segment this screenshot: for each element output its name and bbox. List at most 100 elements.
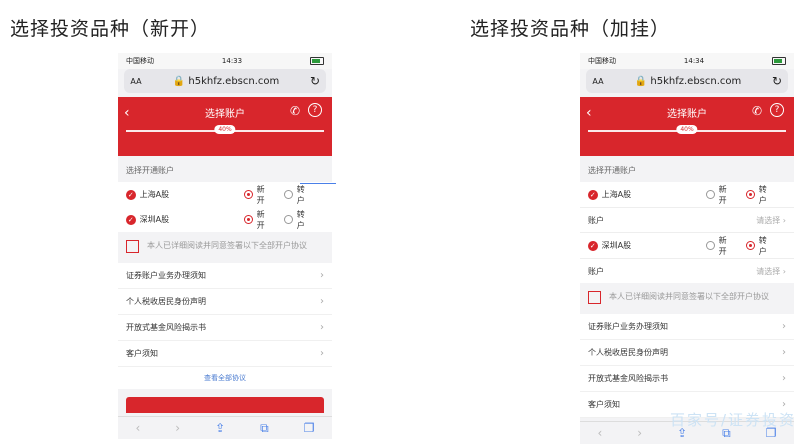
market-list: ✓ 上海A股 新开 转户 ✓ 深圳A股 新开 转户 (118, 182, 332, 232)
checked-icon[interactable]: ✓ (126, 214, 136, 225)
view-all-link[interactable]: 查看全部协议 (118, 367, 332, 389)
phone-call-icon[interactable]: ✆ (752, 104, 762, 118)
radio-selected-icon (243, 215, 253, 224)
battery-icon (772, 57, 786, 65)
doc-title: 证券账户业务办理须知 (126, 271, 206, 280)
market-name: 深圳A股 (139, 215, 170, 224)
lock-icon: 🔒 (634, 75, 648, 87)
radio-transfer[interactable]: 转户 (745, 235, 774, 257)
radio-label: 新开 (256, 209, 265, 230)
chevron-right-icon: › (320, 348, 324, 359)
doc-title: 个人税收居民身份声明 (126, 297, 206, 306)
caption-right: 选择投资品种（加挂） (470, 18, 671, 40)
radio-new[interactable]: 新开 (243, 184, 272, 206)
doc-item[interactable]: 个人税收居民身份声明 › (118, 289, 332, 315)
radio-label: 新开 (718, 235, 727, 256)
radio-label: 新开 (256, 184, 265, 205)
page-header: ‹ 选择账户 ✆ ? 40% (580, 97, 794, 156)
market-name: 上海A股 (139, 190, 170, 199)
account-select[interactable]: 账户 请选择 › (580, 258, 794, 283)
next-button[interactable] (126, 397, 324, 413)
market-list: ✓ 上海A股 新开 转户 账户 请选择 › ✓ 深圳A股 新开 转户 账户 请选… (580, 182, 794, 283)
radio-transfer[interactable]: 转户 (745, 184, 774, 206)
checked-icon[interactable]: ✓ (126, 189, 136, 200)
radio-empty-icon (283, 190, 293, 199)
carrier: 中国移动 (126, 57, 154, 65)
clock: 14:34 (683, 57, 705, 65)
account-label: 账户 (588, 266, 604, 276)
reload-icon[interactable]: ↻ (766, 74, 788, 88)
url-text: h5khfz.ebscn.com (650, 75, 742, 87)
radio-label: 转户 (758, 235, 767, 256)
clock: 14:33 (221, 57, 243, 65)
radio-new[interactable]: 新开 (705, 235, 734, 257)
agreement-row[interactable]: 本人已详细阅读并同意签署以下全部开户协议 (118, 232, 332, 263)
account-label: 账户 (588, 215, 604, 225)
account-select[interactable]: 账户 请选择 › (580, 207, 794, 232)
tabs-icon[interactable]: ❐ (304, 421, 315, 435)
battery-icon (310, 57, 324, 65)
chevron-right-icon: › (320, 270, 324, 281)
annotation-line (300, 183, 336, 184)
watermark: 百家号/证券投资 (669, 411, 796, 429)
radio-selected-icon (745, 190, 755, 199)
agreement-checkbox[interactable] (588, 291, 601, 304)
address-bar[interactable]: AA 🔒 h5khfz.ebscn.com ↻ (586, 69, 788, 93)
lock-icon: 🔒 (172, 75, 186, 87)
forward-nav-icon[interactable]: › (175, 421, 180, 435)
account-placeholder: 请选择 (756, 215, 781, 225)
market-row-sz: ✓ 深圳A股 新开 转户 (580, 232, 794, 258)
reload-icon[interactable]: ↻ (304, 74, 326, 88)
chevron-right-icon: › (320, 322, 324, 333)
bookmarks-icon[interactable]: ⧉ (260, 421, 269, 436)
help-icon[interactable]: ? (308, 103, 322, 117)
doc-item[interactable]: 开放式基金风险揭示书 › (118, 315, 332, 341)
doc-title: 开放式基金风险揭示书 (126, 323, 206, 332)
radio-transfer[interactable]: 转户 (283, 184, 312, 206)
doc-item[interactable]: 证券账户业务办理须知 › (580, 314, 794, 340)
forward-nav-icon[interactable]: › (637, 426, 642, 440)
back-nav-icon[interactable]: ‹ (597, 426, 602, 440)
phone-call-icon[interactable]: ✆ (290, 104, 300, 118)
url-text: h5khfz.ebscn.com (188, 75, 280, 87)
radio-selected-icon (745, 241, 755, 250)
radio-label: 转户 (296, 209, 305, 230)
radio-label: 新开 (718, 184, 727, 205)
radio-transfer[interactable]: 转户 (283, 209, 312, 231)
agreement-text: 本人已详细阅读并同意签署以下全部开户协议 (147, 241, 307, 250)
reader-aa-button[interactable]: AA (124, 77, 148, 86)
agreement-checkbox[interactable] (126, 240, 139, 253)
page-header: ‹ 选择账户 ✆ ? 40% (118, 97, 332, 156)
doc-title: 客户须知 (588, 400, 620, 409)
carrier: 中国移动 (588, 57, 616, 65)
share-icon[interactable]: ⇪ (215, 421, 225, 435)
chevron-right-icon: › (782, 215, 786, 225)
address-bar[interactable]: AA 🔒 h5khfz.ebscn.com ↻ (124, 69, 326, 93)
radio-new[interactable]: 新开 (243, 209, 272, 231)
caption-left: 选择投资品种（新开） (10, 18, 211, 40)
browser-toolbar: ‹ › ⇪ ⧉ ❐ (118, 416, 332, 439)
doc-item[interactable]: 开放式基金风险揭示书 › (580, 366, 794, 392)
chevron-right-icon: › (782, 321, 786, 332)
market-name: 深圳A股 (601, 241, 632, 250)
status-bar: 中国移动 14:34 (580, 53, 794, 69)
doc-title: 开放式基金风险揭示书 (588, 374, 668, 383)
back-nav-icon[interactable]: ‹ (135, 421, 140, 435)
doc-title: 客户须知 (126, 349, 158, 358)
radio-new[interactable]: 新开 (705, 184, 734, 206)
market-name: 上海A股 (601, 190, 632, 199)
reader-aa-button[interactable]: AA (586, 77, 610, 86)
doc-item[interactable]: 个人税收居民身份声明 › (580, 340, 794, 366)
doc-item[interactable]: 证券账户业务办理须知 › (118, 263, 332, 289)
checked-icon[interactable]: ✓ (588, 189, 598, 200)
section-label: 选择开通账户 (126, 166, 174, 175)
agreement-text: 本人已详细阅读并同意签署以下全部开户协议 (609, 292, 769, 301)
status-bar: 中国移动 14:33 (118, 53, 332, 69)
help-icon[interactable]: ? (770, 103, 784, 117)
doc-title: 证券账户业务办理须知 (588, 322, 668, 331)
checked-icon[interactable]: ✓ (588, 240, 598, 251)
agreement-row[interactable]: 本人已详细阅读并同意签署以下全部开户协议 (580, 283, 794, 314)
progress-badge: 40% (214, 125, 236, 134)
section-label: 选择开通账户 (588, 166, 636, 175)
doc-item[interactable]: 客户须知 › (118, 341, 332, 367)
